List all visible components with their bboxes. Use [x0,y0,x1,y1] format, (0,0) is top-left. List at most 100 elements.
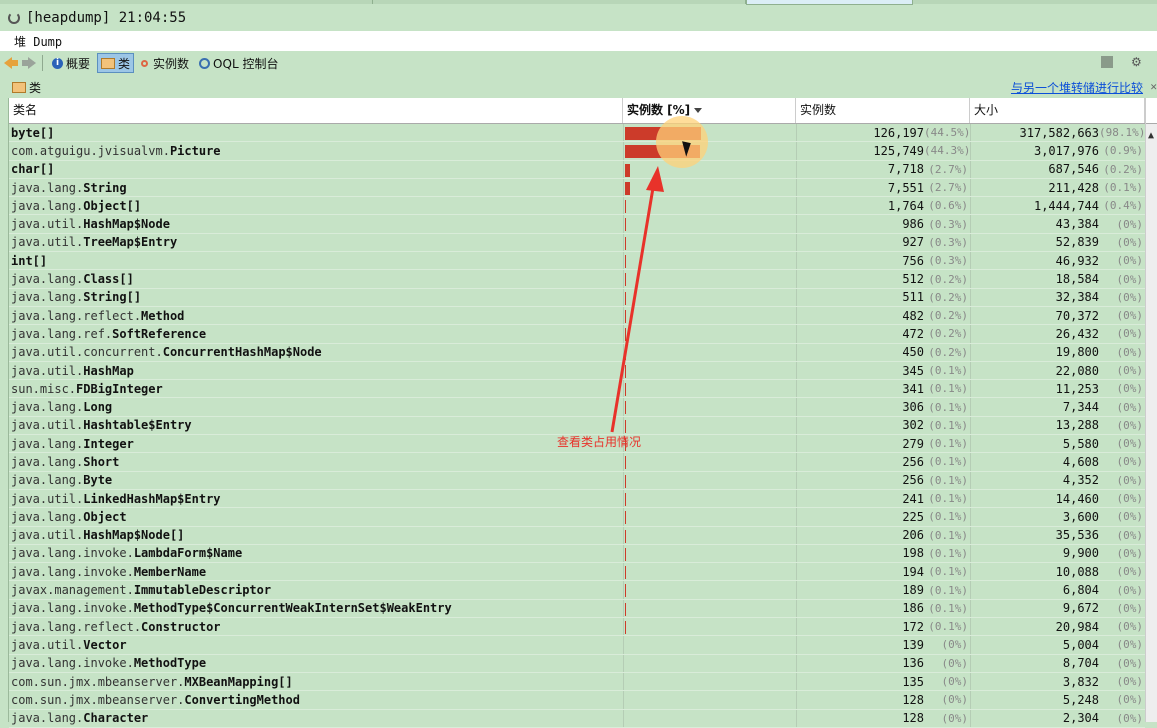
size-percent: (0%) [1116,583,1144,597]
table-row[interactable]: java.lang. Object[] 1,764 (0.6%) 1,444,744 (0… [9,197,1145,216]
oql-label: OQL 控制台 [213,56,279,71]
table-row[interactable]: java.util. LinkedHashMap$Entry 241 (0.1%) 14… [9,489,1145,509]
table-row[interactable]: java.util. HashMap$Node[] 206 (0.1%) 35,536 (… [9,526,1145,545]
table-row[interactable]: char[] 7,718 (2.7%) 687,546 (0.2%) [9,160,1145,179]
package-name: java.lang.reflect. [11,308,142,323]
annotation-text: 查看类占用情况 [557,435,642,449]
table-row[interactable]: java.lang.invoke. LambdaForm$Name 198 (0.1%… [9,544,1145,564]
size-percent: (0%) [1116,418,1144,432]
summary-label: 概要 [66,56,91,71]
table-row[interactable]: byte[] 126,197 (44.5%) 317,582,663 (98.1%) [9,124,1145,143]
table-row[interactable]: java.lang. Object 225 (0.1%) 3,600 (0%) [9,508,1145,527]
size-percent: (0%) [1116,546,1144,560]
instances-percent: (0.2%) [928,272,968,286]
size-percent: (0%) [1116,528,1144,542]
size-cell: 5,580 (0%) [970,435,1145,453]
heapdump-subheader: 堆 Dump [0,31,1157,51]
table-row[interactable]: java.util.concurrent. ConcurrentHashMap$N… [9,343,1145,362]
table-row[interactable]: java.lang.invoke. MemberName 194 (0.1%) 10,0… [9,563,1145,582]
settings-icon[interactable]: ⚙ [1131,55,1145,69]
table-row[interactable]: java.lang. Character 128 (0%) 2,304 (0%) [9,709,1145,728]
size-percent: (0%) [1116,656,1144,670]
table-row[interactable]: java.lang. Byte 256 (0.1%) 4,352 (0%) [9,471,1145,490]
size-cell: 10,088 (0%) [970,563,1145,581]
instances-bar-cell [623,581,796,599]
instances-bar-cell [623,544,796,563]
table-row[interactable]: java.lang. Short 256 (0.1%) 4,608 (0%) [9,453,1145,472]
instances-bar [625,383,626,397]
classes-button[interactable]: 类 [97,53,135,73]
instances-value: 139 [902,637,924,652]
class-simple-name: Hashtable$Entry [83,418,192,433]
table-row[interactable]: java.util. TreeMap$Entry 927 (0.3%) 52,839 (0… [9,233,1145,253]
summary-button[interactable]: i 概要 [49,54,93,72]
size-cell: 26,432 (0%) [970,325,1145,343]
tab-3-active[interactable] [746,0,913,5]
column-header-size[interactable]: 大小 [970,98,1145,123]
instances-value: 256 [902,454,924,469]
instances-bar [625,474,626,488]
table-row[interactable]: int[] 756 (0.3%) 46,932 (0%) [9,252,1145,271]
instances-cell: 186 (0.1%) [796,599,970,618]
instances-value: 927 [902,235,924,250]
instances-bar [625,547,626,561]
back-arrow-icon[interactable] [4,57,18,69]
table-row[interactable]: java.lang.reflect. Method 482 (0.2%) 70,372 (… [9,306,1145,326]
instances-percent: (0.1%) [928,583,968,597]
instances-value: 136 [902,656,924,671]
tab-2[interactable] [373,0,746,4]
column-header-instances-bar[interactable]: 实例数 [%] [623,98,796,123]
size-percent: (0%) [1116,510,1144,524]
close-icon[interactable]: ✕ [1150,80,1157,93]
package-name: java.util. [11,235,84,250]
class-name-cell: java.util. Vector [9,636,623,653]
instances-button[interactable]: 实例数 [138,54,192,72]
table-row[interactable]: sun.misc. FDBigInteger 341 (0.1%) 11,253 (0%) [9,380,1145,399]
class-name-cell: java.lang. Object[] [9,197,623,214]
table-row[interactable]: java.lang. String[] 511 (0.2%) 32,384 (0%) [9,288,1145,307]
table-row[interactable]: com.sun.jmx.mbeanserver. MXBeanMapping[] 1… [9,672,1145,692]
table-row[interactable]: com.atguigu.jvisualvm. Picture 125,749 (44.… [9,142,1145,161]
tab-1[interactable] [0,0,373,4]
instances-bar-cell [623,252,796,270]
instances-value: 206 [902,528,924,543]
table-row[interactable]: java.lang.invoke. MethodType 136 (0%) 8,704 (… [9,654,1145,673]
package-name: java.util. [11,418,84,433]
instances-bar-cell [623,526,796,544]
snapshot-icon[interactable] [1101,56,1113,68]
class-simple-name: MXBeanMapping[] [184,674,293,689]
size-percent: (0%) [1116,638,1144,652]
column-header-instances[interactable]: 实例数 [796,98,970,123]
class-name-cell: sun.misc. FDBigInteger [9,380,623,397]
oql-console-button[interactable]: OQL 控制台 [196,54,281,72]
table-row[interactable]: com.sun.jmx.mbeanserver. ConvertingMethod… [9,691,1145,710]
instances-percent: (0.1%) [928,473,968,487]
table-row[interactable]: java.lang.ref. SoftReference 472 (0.2%) 26,4… [9,325,1145,344]
size-cell: 46,932 (0%) [970,252,1145,270]
table-row[interactable]: java.lang.reflect. Constructor 172 (0.1%) 20… [9,618,1145,637]
compare-heapdump-link[interactable]: 与另一个堆转储进行比较 [1011,79,1143,96]
size-value: 5,580 [1062,436,1099,451]
instances-value: 986 [902,217,924,232]
size-value: 13,288 [1055,418,1099,433]
table-row[interactable]: java.util. Vector 139 (0%) 5,004 (0%) [9,636,1145,655]
table-row[interactable]: java.lang. Class[] 512 (0.2%) 18,584 (0%) [9,270,1145,289]
forward-arrow-icon[interactable] [22,57,36,69]
table-row[interactable]: java.util. HashMap 345 (0.1%) 22,080 (0%) [9,361,1145,381]
class-simple-name: int[] [11,253,48,268]
table-row[interactable]: java.util. HashMap$Node 986 (0.3%) 43,384 (0%… [9,215,1145,234]
column-chooser-button[interactable] [1146,98,1157,124]
instances-bar [625,163,630,177]
table-row[interactable]: java.lang. String 7,551 (2.7%) 211,428 (0.1%) [9,178,1145,198]
instances-value: 7,718 [887,162,924,177]
table-row[interactable]: java.lang. Long 306 (0.1%) 7,344 (0%) [9,398,1145,417]
column-header-class-name[interactable]: 类名 [9,98,623,123]
table-row[interactable]: javax.management. ImmutableDescriptor 189 (… [9,581,1145,600]
instances-cell: 472 (0.2%) [796,325,970,343]
instances-percent: (0.1%) [928,510,968,524]
instances-percent: (0.2%) [928,290,968,304]
vertical-scrollbar[interactable]: ▲ [1145,98,1157,722]
scroll-up-icon[interactable]: ▲ [1148,130,1154,141]
instances-cell: 206 (0.1%) [796,526,970,544]
table-row[interactable]: java.lang.invoke. MethodType$ConcurrentWe… [9,599,1145,619]
